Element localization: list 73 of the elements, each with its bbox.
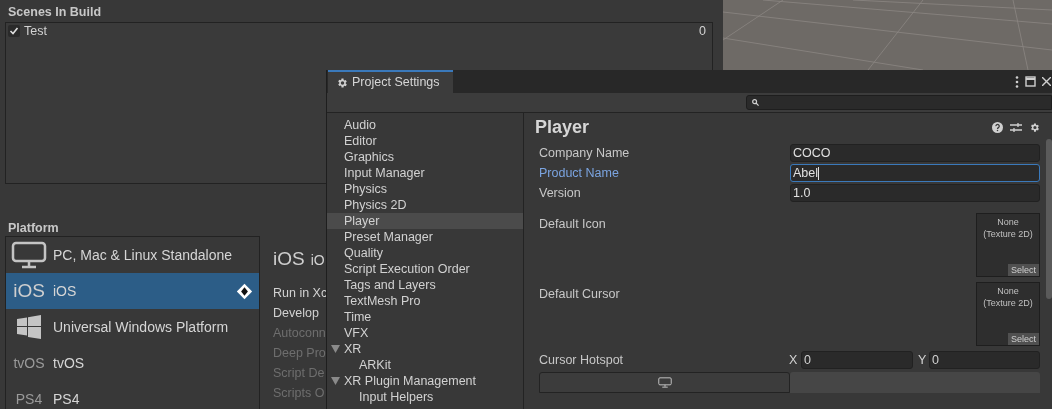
settings-category[interactable]: Quality — [327, 245, 523, 261]
scrollbar[interactable] — [1046, 139, 1052, 299]
more-icon[interactable] — [1015, 75, 1019, 88]
settings-icon[interactable] — [1029, 121, 1040, 133]
platform-title: iO — [310, 251, 325, 270]
field-label: Product Name — [539, 164, 620, 182]
windows-icon — [17, 315, 41, 339]
platform-item[interactable]: PC, Mac & Linux Standalone — [6, 237, 259, 273]
texture-slot[interactable]: None (Texture 2D) Select — [976, 282, 1040, 346]
settings-category[interactable]: Input Helpers — [327, 389, 523, 405]
help-icon[interactable] — [992, 121, 1003, 133]
settings-category[interactable]: VFX — [327, 325, 523, 341]
settings-category[interactable]: TextMesh Pro — [327, 293, 523, 309]
platform-logo: tvOS — [13, 353, 45, 373]
platform-name: tvOS — [53, 353, 85, 373]
settings-icon — [336, 76, 348, 89]
select-button[interactable]: Select — [1008, 333, 1039, 345]
settings-category[interactable]: Audio — [327, 117, 523, 133]
text-field[interactable]: COCO — [790, 144, 1040, 162]
settings-category[interactable]: ARKit — [327, 357, 523, 373]
text-field[interactable]: 1.0 — [790, 184, 1040, 202]
window-tab[interactable]: Project Settings — [328, 70, 453, 93]
platform-name: Universal Windows Platform — [53, 317, 229, 337]
platform-item[interactable]: Universal Windows Platform — [6, 309, 259, 345]
setting-label: Develop — [273, 305, 319, 322]
settings-category[interactable]: Graphics — [327, 149, 523, 165]
settings-category[interactable]: Editor — [327, 133, 523, 149]
number-field[interactable]: 0 — [929, 351, 1040, 369]
search-field[interactable] — [746, 95, 1052, 110]
field-label: Version — [539, 184, 582, 202]
scene-name: Test — [24, 22, 47, 40]
monitor-icon — [657, 377, 672, 388]
platform-item[interactable]: iOS iOS — [6, 273, 259, 309]
settings-category[interactable]: Preset Manager — [327, 229, 523, 245]
settings-category[interactable]: Player — [327, 213, 523, 229]
platform-item[interactable]: PS4 PS4 — [6, 381, 259, 409]
platform-logo: iOS — [13, 278, 45, 303]
settings-category[interactable]: Tags and Layers — [327, 277, 523, 293]
field-label: Company Name — [539, 144, 631, 162]
text-field[interactable]: Abel — [790, 164, 1040, 182]
number-field[interactable]: 0 — [801, 351, 913, 369]
maximize-icon[interactable] — [1025, 76, 1036, 87]
settings-category[interactable]: Physics 2D — [327, 197, 523, 213]
settings-category[interactable]: XR — [327, 341, 523, 357]
close-icon[interactable] — [1042, 77, 1051, 86]
texture-slot[interactable]: None (Texture 2D) Select — [976, 213, 1040, 277]
platform-name: iOS — [53, 281, 77, 301]
axis-label: Y — [918, 351, 928, 369]
platform-logo: iOS — [273, 247, 305, 271]
expand-arrow-icon[interactable] — [331, 345, 340, 353]
settings-category[interactable]: Script Execution Order — [327, 261, 523, 277]
scene-index: 0 — [699, 22, 706, 40]
settings-category[interactable]: Input Manager — [327, 165, 523, 181]
select-button[interactable]: Select — [1008, 264, 1039, 276]
section-title: Platform — [8, 220, 59, 236]
checkbox[interactable] — [8, 25, 20, 37]
settings-category[interactable]: Time — [327, 309, 523, 325]
field-label: Cursor Hotspot — [539, 351, 625, 369]
settings-category[interactable]: Physics — [327, 181, 523, 197]
platform-item[interactable]: tvOS tvOS — [6, 345, 259, 381]
field-label: Default Cursor — [539, 286, 620, 303]
settings-category[interactable]: XR Plugin Management — [327, 373, 523, 389]
section-title: Scenes In Build — [7, 4, 103, 21]
search-icon — [752, 99, 759, 106]
expand-arrow-icon[interactable] — [331, 377, 340, 385]
platform-logo: PS4 — [15, 389, 43, 409]
platform-name: PC, Mac & Linux Standalone — [53, 245, 232, 265]
field-label: Default Icon — [539, 216, 606, 233]
platform-name: PS4 — [53, 389, 80, 409]
sliders-icon[interactable] — [1010, 121, 1022, 133]
panel-title: Player — [535, 115, 590, 139]
monitor-icon — [11, 241, 47, 269]
axis-label: X — [789, 351, 799, 369]
